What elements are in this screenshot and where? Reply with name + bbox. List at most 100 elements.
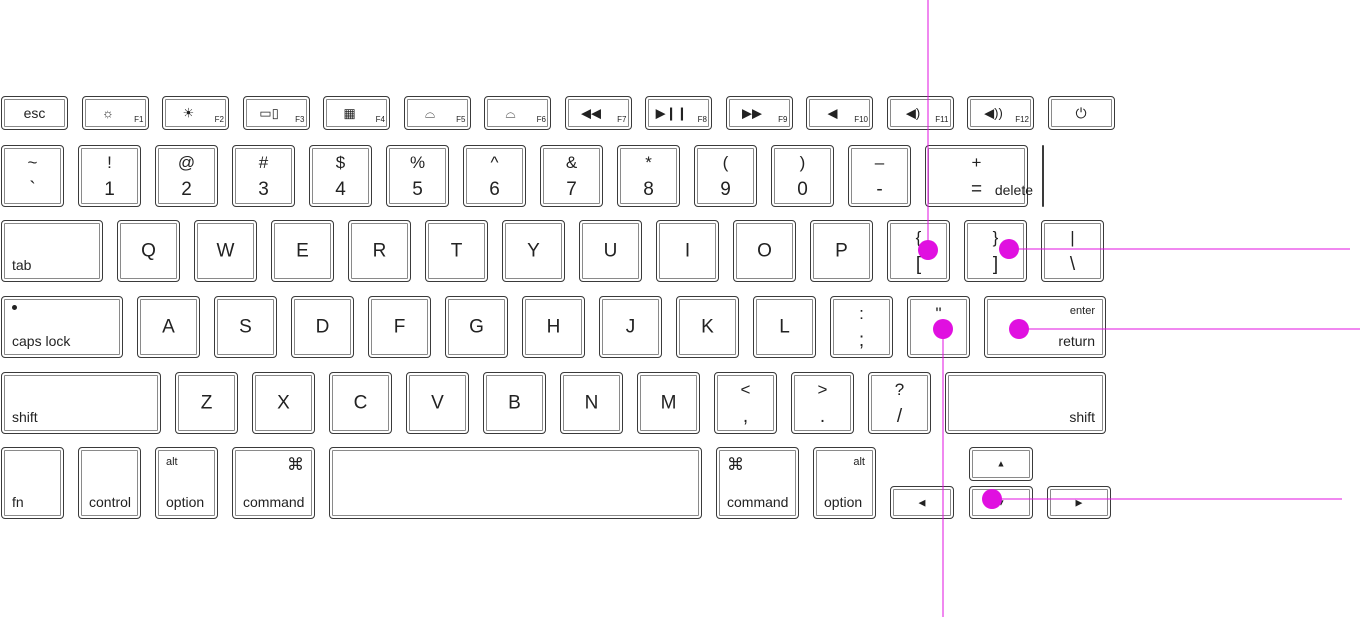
key-power[interactable]: ⏻ <box>1047 96 1115 130</box>
key-down[interactable]: ▼ <box>969 486 1033 519</box>
function-number-label: F11 <box>935 115 949 124</box>
key-shift-label: { <box>915 228 922 247</box>
key-e[interactable]: E <box>271 220 334 282</box>
key-alt-label: alt <box>853 456 865 468</box>
key-f1[interactable]: ☼ F1 <box>81 96 149 130</box>
key-roption[interactable]: option alt <box>813 447 876 519</box>
key-0[interactable]: ) 0 <box>771 145 834 207</box>
key-delete[interactable]: delete <box>995 145 1044 207</box>
key-left[interactable]: ◀ <box>890 486 954 519</box>
key-esc[interactable]: esc <box>1 96 68 130</box>
function-number-label: F6 <box>536 115 546 124</box>
key-x[interactable]: X <box>252 372 315 434</box>
key-f5[interactable]: ⌓ F5 <box>403 96 471 130</box>
key-v[interactable]: V <box>406 372 469 434</box>
key-shift-label: + <box>971 153 982 172</box>
key-rshift[interactable]: shift <box>945 372 1106 434</box>
key-z[interactable]: Z <box>175 372 238 434</box>
key-lcommand[interactable]: command ⌘ <box>232 447 315 519</box>
key-label: ] <box>992 254 999 275</box>
key-comma[interactable]: <, <box>714 372 777 434</box>
key-h[interactable]: H <box>522 296 585 358</box>
key-f10[interactable]: ◀ F10 <box>806 96 873 130</box>
key-9[interactable]: (9 <box>694 145 757 207</box>
key-lshift[interactable]: shift <box>1 372 161 434</box>
key-s[interactable]: S <box>214 296 277 358</box>
key-f7[interactable]: ◀◀ F7 <box>564 96 632 130</box>
key-g[interactable]: G <box>445 296 508 358</box>
key-rcommand[interactable]: command ⌘ <box>716 447 799 519</box>
key-f11[interactable]: ◀) F11 <box>886 96 954 130</box>
key-i[interactable]: I <box>656 220 719 282</box>
function-number-label: F4 <box>375 115 385 124</box>
key-label: 4 <box>335 179 346 200</box>
key-1[interactable]: ! 1 <box>78 145 141 207</box>
key-space[interactable] <box>329 447 702 519</box>
key-o[interactable]: O <box>733 220 796 282</box>
key-label: shift <box>12 409 38 425</box>
brightness-down-icon: ☼ <box>102 105 114 121</box>
key-slash[interactable]: ? / <box>868 372 931 434</box>
play-pause-icon: ▶❙❙ <box>655 105 688 121</box>
key-capslock[interactable]: caps lock <box>1 296 123 358</box>
key-l[interactable]: L <box>753 296 816 358</box>
key-r[interactable]: R <box>348 220 411 282</box>
key-y[interactable]: Y <box>502 220 565 282</box>
key-j[interactable]: J <box>599 296 662 358</box>
key-w[interactable]: W <box>194 220 257 282</box>
key-grave[interactable]: ~ ` <box>1 145 64 207</box>
key-t[interactable]: T <box>425 220 488 282</box>
key-8[interactable]: * 8 <box>617 145 680 207</box>
function-number-label: F10 <box>854 115 868 124</box>
key-label: F <box>393 316 406 338</box>
key-7[interactable]: & 7 <box>540 145 603 207</box>
key-2[interactable]: @2 <box>155 145 218 207</box>
key-right[interactable]: ▶ <box>1047 486 1111 519</box>
key-f8[interactable]: ▶❙❙ F8 <box>645 96 712 130</box>
key-f12[interactable]: ◀)) F12 <box>967 96 1034 130</box>
key-lbracket[interactable]: {[ <box>887 220 950 282</box>
key-n[interactable]: N <box>560 372 623 434</box>
function-number-label: F1 <box>134 115 144 124</box>
key-quote[interactable]: " <box>907 296 970 358</box>
key-shift-label: ! <box>107 153 112 172</box>
key-shift-label: : <box>859 304 864 323</box>
key-k[interactable]: K <box>676 296 739 358</box>
key-label: D <box>315 316 330 338</box>
key-f4[interactable]: ▦ F4 <box>323 96 390 130</box>
key-shift-label: % <box>409 153 426 172</box>
key-f[interactable]: F <box>368 296 431 358</box>
key-4[interactable]: $4 <box>309 145 372 207</box>
key-rbracket[interactable]: }] <box>964 220 1027 282</box>
key-control[interactable]: control <box>78 447 141 519</box>
key-fn[interactable]: fn <box>1 447 64 519</box>
key-3[interactable]: #3 <box>232 145 295 207</box>
key-semicolon[interactable]: :; <box>830 296 893 358</box>
key-f9[interactable]: ▶▶ F9 <box>725 96 793 130</box>
key-d[interactable]: D <box>291 296 354 358</box>
key-label: J <box>625 316 636 338</box>
key-5[interactable]: % 5 <box>386 145 449 207</box>
key-minus[interactable]: – - <box>848 145 911 207</box>
key-b[interactable]: B <box>483 372 546 434</box>
key-shift-label: & <box>565 153 578 172</box>
key-period[interactable]: >. <box>791 372 854 434</box>
key-f6[interactable]: ⌓ F6 <box>484 96 551 130</box>
key-p[interactable]: P <box>810 220 873 282</box>
key-u[interactable]: U <box>579 220 642 282</box>
key-tab[interactable]: tab <box>1 220 103 282</box>
key-f3[interactable]: ▭▯ F3 <box>242 96 310 130</box>
function-number-label: F9 <box>778 115 788 124</box>
key-up[interactable]: ▲ <box>969 447 1033 481</box>
key-c[interactable]: C <box>329 372 392 434</box>
key-m[interactable]: M <box>637 372 700 434</box>
key-loption[interactable]: option alt <box>155 447 218 519</box>
key-6[interactable]: ^ 6 <box>463 145 526 207</box>
key-return[interactable]: return enter <box>984 296 1106 358</box>
key-f2[interactable]: ☀ F2 <box>162 96 229 130</box>
key-q[interactable]: Q <box>117 220 180 282</box>
key-backslash[interactable]: | \ <box>1041 220 1104 282</box>
key-label: P <box>835 240 848 262</box>
function-number-label: F5 <box>456 115 466 124</box>
key-a[interactable]: A <box>137 296 200 358</box>
